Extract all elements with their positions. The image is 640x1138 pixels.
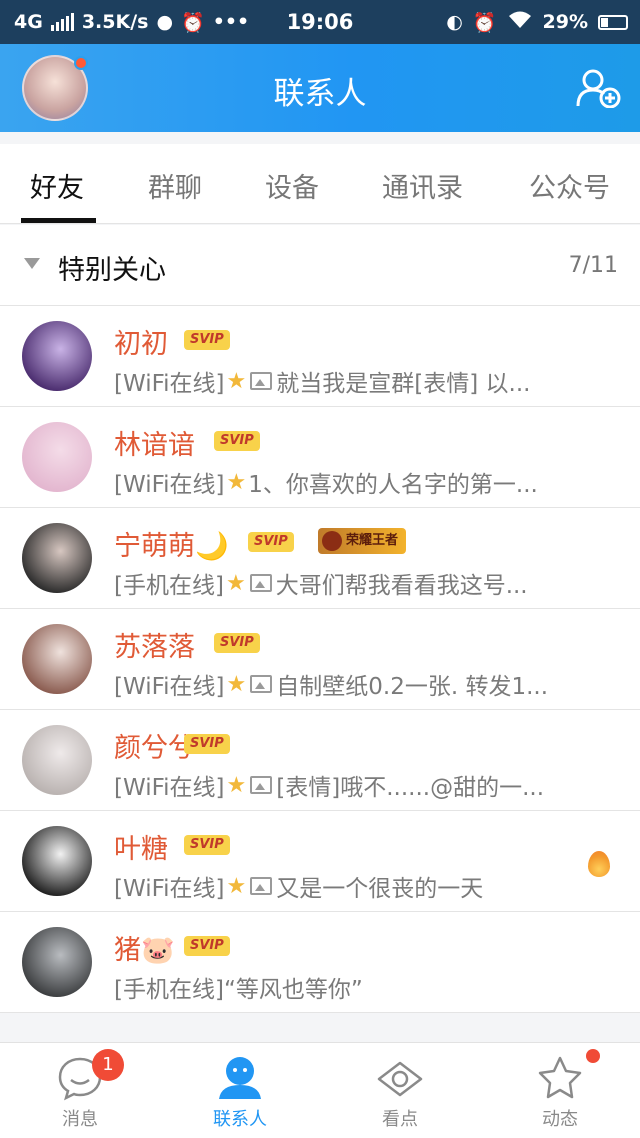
collapse-arrow-icon [24, 258, 40, 269]
contact-avatar[interactable] [22, 725, 92, 795]
special-care-star-icon: ★ [226, 772, 247, 798]
contact-name: 颜兮兮 [114, 733, 195, 764]
online-status: [手机在线] [114, 977, 224, 1003]
image-icon [250, 675, 273, 693]
star-icon [538, 1056, 582, 1099]
tab-friends[interactable]: 好友 [30, 166, 84, 205]
contact-avatar[interactable] [22, 422, 92, 492]
bottom-nav: 1 消息 联系人 看点 动态 [0, 1042, 640, 1138]
online-status: [WiFi在线] [114, 674, 225, 700]
svip-badge: SVIP [214, 431, 260, 451]
image-icon [250, 877, 273, 895]
contact-row[interactable]: 宁萌萌🌙 SVIP 荣耀王者 [手机在线] ★ 大哥们帮我看看我这号... [0, 508, 640, 609]
notification-dot [586, 1049, 600, 1063]
contact-avatar[interactable] [22, 826, 92, 896]
dnd-icon: ◐ [446, 11, 463, 33]
contact-row[interactable]: 初初 SVIP [WiFi在线] ★ 就当我是宣群[表情] 以... [0, 306, 640, 407]
contact-list: 初初 SVIP [WiFi在线] ★ 就当我是宣群[表情] 以... 林谙谙 SVIP [Wi… [0, 306, 640, 1013]
svip-badge: SVIP [214, 633, 260, 653]
contacts-icon [219, 1057, 261, 1099]
contact-avatar[interactable] [22, 523, 92, 593]
special-care-star-icon: ★ [226, 469, 247, 495]
contact-row[interactable]: 苏落落 SVIP [WiFi在线] ★ 自制壁纸0.2一张. 转发1... [0, 609, 640, 710]
svip-badge: SVIP [248, 532, 294, 552]
contact-row[interactable]: 林谙谙 SVIP [WiFi在线] ★ 1、你喜欢的人名字的第一... [0, 407, 640, 508]
app-header: 联系人 [0, 44, 640, 132]
contact-name: 苏落落 [114, 632, 195, 663]
last-message: 就当我是宣群[表情] 以... [276, 371, 531, 397]
group-count: 7/11 [568, 253, 618, 278]
nav-label: 动态 [542, 1109, 578, 1130]
group-name: 特别关心 [58, 255, 166, 286]
image-icon [250, 372, 273, 390]
contact-name: 叶糖 [114, 834, 168, 865]
battery-icon [598, 14, 628, 30]
last-message: “等风也等你” [223, 977, 363, 1003]
svip-badge: SVIP [184, 835, 230, 855]
nav-moments[interactable]: 动态 [480, 1043, 640, 1138]
contact-status-line: [手机在线] “等风也等你” [114, 970, 604, 1004]
contact-row[interactable]: 猪🐷 SVIP [手机在线] “等风也等你” [0, 912, 640, 1013]
contact-status-line: [WiFi在线] ★ 又是一个很丧的一天 [114, 869, 604, 903]
fire-icon [588, 851, 610, 877]
wifi-icon [507, 10, 533, 35]
contact-name: 林谙谙 [114, 430, 195, 461]
contact-avatar[interactable] [22, 321, 92, 391]
online-status: [WiFi在线] [114, 775, 225, 801]
contact-name: 宁萌萌🌙 [114, 531, 229, 562]
battery-level: 29% [542, 11, 588, 33]
tab-groups[interactable]: 群聊 [148, 166, 202, 205]
eye-icon [377, 1061, 423, 1097]
svip-badge: SVIP [184, 936, 230, 956]
nav-messages[interactable]: 1 消息 [0, 1043, 160, 1138]
image-icon [249, 574, 272, 592]
page-title: 联系人 [273, 76, 367, 112]
svip-badge: SVIP [184, 330, 230, 350]
contact-status-line: [WiFi在线] ★ 1、你喜欢的人名字的第一... [114, 465, 604, 499]
online-status: [WiFi在线] [114, 876, 225, 902]
contact-tabs: 好友 群聊 设备 通讯录 公众号 [0, 144, 640, 224]
image-icon [250, 776, 273, 794]
contact-avatar[interactable] [22, 624, 92, 694]
active-tab-indicator [21, 218, 96, 223]
alarm-icon: ⏰ [472, 11, 497, 34]
last-message: 1、你喜欢的人名字的第一... [248, 472, 538, 498]
rank-badge: 荣耀王者 [318, 528, 407, 554]
tab-devices[interactable]: 设备 [265, 166, 319, 205]
contact-status-line: [WiFi在线] ★ [表情]哦不......@甜的一... [114, 768, 604, 802]
contact-row[interactable]: 颜兮兮 SVIP [WiFi在线] ★ [表情]哦不......@甜的一... [0, 710, 640, 811]
online-status: [WiFi在线] [114, 371, 225, 397]
contact-status-line: [WiFi在线] ★ 就当我是宣群[表情] 以... [114, 364, 604, 398]
contact-status-line: [手机在线] ★ 大哥们帮我看看我这号... [114, 566, 604, 600]
status-bar: 4G 3.5K/s ● ⏰ ••• 19:06 ◐ ⏰ 29% [0, 0, 640, 44]
tab-address-book[interactable]: 通讯录 [382, 166, 463, 205]
add-contact-icon[interactable] [576, 68, 622, 108]
nav-label: 消息 [62, 1109, 98, 1130]
last-message: 大哥们帮我看看我这号... [275, 573, 528, 599]
online-status: [手机在线] [114, 573, 224, 599]
last-message: 又是一个很丧的一天 [276, 876, 484, 902]
nav-label: 联系人 [213, 1109, 267, 1130]
contact-status-line: [WiFi在线] ★ 自制壁纸0.2一张. 转发1... [114, 667, 604, 701]
special-care-star-icon: ★ [226, 671, 247, 697]
last-message: 自制壁纸0.2一张. 转发1... [276, 674, 549, 700]
contact-name: 初初 [114, 329, 168, 360]
status-right: ◐ ⏰ 29% [446, 10, 628, 35]
nav-label: 看点 [382, 1109, 418, 1130]
special-care-star-icon: ★ [226, 873, 247, 899]
special-care-star-icon: ★ [225, 570, 246, 596]
contact-row[interactable]: 叶糖 SVIP [WiFi在线] ★ 又是一个很丧的一天 [0, 811, 640, 912]
contact-name: 猪🐷 [114, 935, 175, 966]
tab-public-accounts[interactable]: 公众号 [529, 166, 610, 205]
svip-badge: SVIP [184, 734, 230, 754]
last-message: [表情]哦不......@甜的一... [276, 775, 545, 801]
online-status: [WiFi在线] [114, 472, 225, 498]
contact-avatar[interactable] [22, 927, 92, 997]
special-care-star-icon: ★ [226, 368, 247, 394]
nav-contacts[interactable]: 联系人 [160, 1043, 320, 1138]
nav-discover[interactable]: 看点 [320, 1043, 480, 1138]
group-header[interactable]: 特别关心 7/11 [0, 225, 640, 306]
unread-badge: 1 [92, 1049, 124, 1081]
